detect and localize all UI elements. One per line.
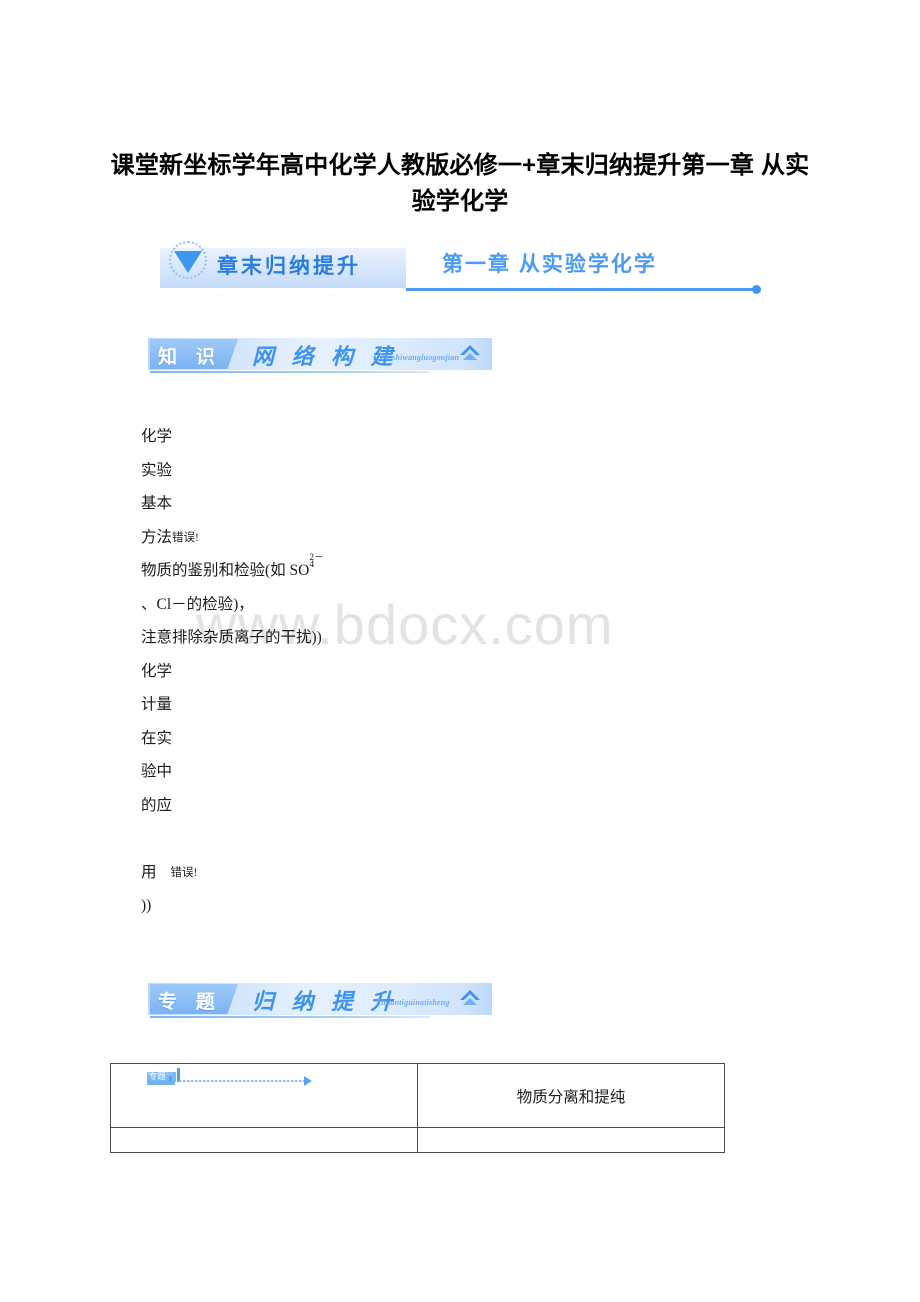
body-line: 注意排除杂质离子的干扰)): [141, 629, 322, 646]
triangle-shape: [174, 251, 202, 273]
body-line: 的应: [141, 796, 173, 814]
chevron-up-icon: [458, 342, 482, 366]
section-banner-tag-label: 知 识: [158, 347, 222, 368]
table-cell-marker: 专题: [110, 1063, 418, 1128]
triangle-down-icon: [166, 241, 212, 281]
topic-table: 专题 物质分离和提纯: [110, 1063, 725, 1153]
chapter-title: 第一章 从实验学化学: [442, 253, 657, 276]
body-line: 计量: [141, 696, 173, 713]
chapter-banner: 章末归纳提升 第一章 从实验学化学: [160, 240, 761, 296]
section-banner-pinyin: Zhuantiguinatisheng: [376, 998, 450, 1007]
page-title: 课堂新坐标学年高中化学人教版必修一+章末归纳提升第一章 从实验学化学: [110, 152, 810, 215]
body-line: 化学: [141, 428, 173, 445]
body-line: 化学: [141, 662, 173, 680]
section-banner-tag-label: 专 题: [158, 992, 222, 1013]
body-line: 实验: [141, 461, 173, 479]
chapter-banner-tag-label: 章末归纳提升: [217, 254, 361, 278]
section-banner-underline: [150, 371, 430, 373]
section-banner-title: 网 络 构 建: [252, 344, 399, 369]
section-banner-pinyin: Zhishiwangluogoujian: [380, 353, 460, 362]
section-banner-topic-summary: 专 题 归 纳 提 升 Zhuantiguinatisheng: [148, 983, 492, 1021]
body-line-formula: 物质的鉴别和检验(如 SO 2－ 4: [141, 552, 324, 579]
dotted-arrow-right-icon: [304, 1076, 312, 1086]
topic-title: 物质分离和提纯: [516, 1088, 626, 1106]
table-cell-empty-left: [110, 1127, 418, 1153]
body-line: 用错误!: [141, 863, 198, 881]
table-cell-empty-right: [417, 1127, 725, 1153]
body-line: 方法错误!: [141, 528, 199, 546]
body-line: 在实: [141, 729, 173, 747]
section-banner-knowledge-network: 知 识 网 络 构 建 Zhishiwangluogoujian: [148, 338, 492, 376]
chapter-banner-rule-dot: [752, 285, 761, 294]
dotted-connector-line: [179, 1080, 305, 1082]
knowledge-network-body: 化学 实验 基本 方法错误! 物质的鉴别和检验(如 SO 2－ 4 、Cl－的检验)…: [141, 420, 761, 923]
table-cell-topic: 物质分离和提纯: [417, 1063, 725, 1128]
chapter-banner-rule: [406, 288, 756, 291]
body-line: 、Cl－的检验)，: [141, 595, 254, 613]
body-line: 验中: [141, 763, 173, 780]
topic-marker-label: 专题: [149, 1072, 166, 1081]
table-row: [110, 1127, 725, 1153]
body-line-blank: [141, 822, 761, 856]
so4-charge-formula: 2－ 4: [309, 552, 324, 571]
section-banner-underline: [150, 1016, 430, 1018]
body-line: )): [141, 897, 152, 914]
topic-marker: 专题: [111, 1064, 417, 1127]
body-line: 基本: [141, 495, 173, 512]
chevron-up-icon: [458, 987, 482, 1011]
table-row: 专题 物质分离和提纯: [110, 1063, 725, 1128]
